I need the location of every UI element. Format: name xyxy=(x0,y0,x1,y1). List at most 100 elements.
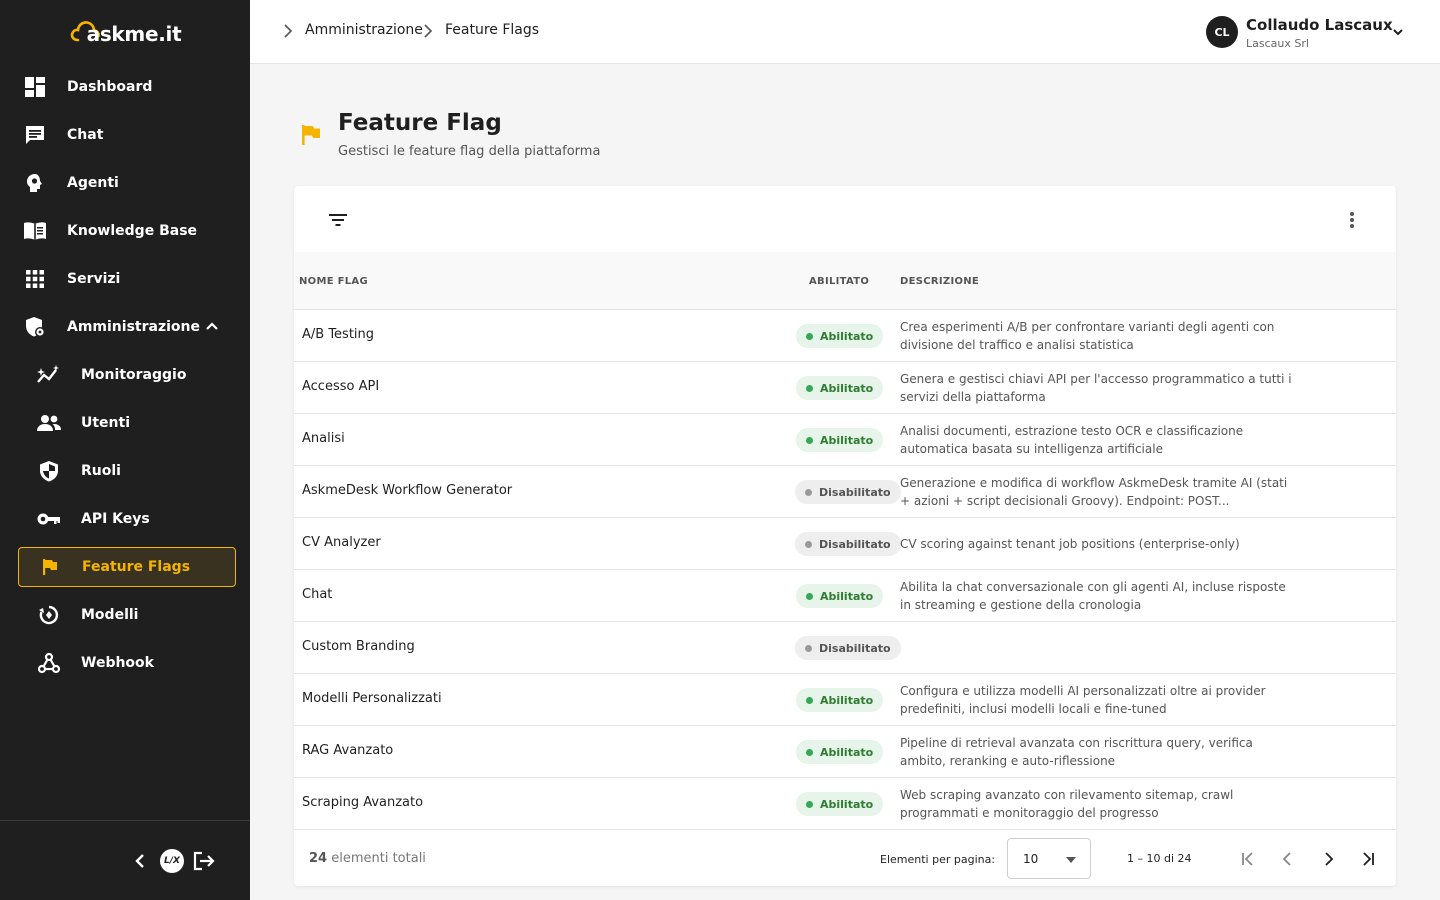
status-badge-label: Abilitato xyxy=(820,433,874,447)
column-header-name[interactable]: NOME FLAG xyxy=(299,276,368,287)
sidebar-item-chat[interactable]: Chat xyxy=(18,115,236,155)
sidebar-item-label: Amministrazione xyxy=(67,319,200,335)
table-row[interactable]: Accesso API Abilitato Genera e gestisci ch… xyxy=(294,362,1396,414)
logo[interactable]: askme.it xyxy=(0,0,250,64)
table-row[interactable]: AskmeDesk Workflow Generator Disabilitato… xyxy=(294,466,1396,518)
more-vert-icon xyxy=(1350,212,1354,228)
sidebar-item-utenti[interactable]: Utenti xyxy=(18,403,236,443)
avatar-initials: CL xyxy=(1214,25,1230,39)
chevron-right-icon xyxy=(424,24,433,38)
status-badge-label: Abilitato xyxy=(820,329,874,343)
users-icon xyxy=(37,411,61,435)
flag-name: Modelli Personalizzati xyxy=(302,691,442,706)
webhook-icon xyxy=(37,651,61,675)
sidebar-item-feature-flags[interactable]: Feature Flags xyxy=(18,547,236,587)
dropdown-arrow-icon xyxy=(1066,857,1076,863)
status-badge[interactable]: Abilitato xyxy=(796,584,884,608)
sidebar-item-label: Chat xyxy=(67,127,104,143)
sidebar-item-webhook[interactable]: Webhook xyxy=(18,643,236,683)
sidebar-item-amministrazione[interactable]: Amministrazione xyxy=(18,307,236,347)
sidebar-item-servizi[interactable]: Servizi xyxy=(18,259,236,299)
status-dot-icon xyxy=(805,644,812,652)
first-page-button[interactable] xyxy=(1236,847,1260,871)
table-row[interactable]: Scraping Avanzato Abilitato Web scraping a… xyxy=(294,778,1396,830)
page-size-select[interactable]: 10 xyxy=(1007,838,1091,879)
chevron-down-icon[interactable] xyxy=(1391,25,1405,39)
sidebar-item-agenti[interactable]: Agenti xyxy=(18,163,236,203)
total-count-value: 24 xyxy=(309,851,328,866)
table-row[interactable]: Analisi Abilitato Analisi documenti, estra… xyxy=(294,414,1396,466)
book-icon xyxy=(23,219,47,243)
status-badge-label: Disabilitato xyxy=(819,485,891,499)
status-badge[interactable]: Disabilitato xyxy=(795,636,901,660)
sidebar-item-label: Utenti xyxy=(81,415,131,431)
brand-badge[interactable]: L/X xyxy=(160,849,184,873)
breadcrumb-current: Feature Flags xyxy=(445,22,540,38)
status-dot-icon xyxy=(805,540,812,548)
status-badge[interactable]: Disabilitato xyxy=(795,532,901,556)
sidebar-item-label: Dashboard xyxy=(67,79,153,95)
sidebar: askme.it Dashboard Chat Agenti Knowledge… xyxy=(0,0,250,900)
flag-description: CV scoring against tenant job positions … xyxy=(900,537,1240,551)
table-row[interactable]: RAG Avanzato Abilitato Pipeline di retriev… xyxy=(294,726,1396,778)
table-row[interactable]: A/B Testing Abilitato Crea esperimenti A/B… xyxy=(294,310,1396,362)
sidebar-item-modelli[interactable]: Modelli xyxy=(18,595,236,635)
flag-description: Pipeline di retrieval avanzata con riscr… xyxy=(900,736,1253,768)
breadcrumb-amministrazione[interactable]: Amministrazione xyxy=(305,22,423,38)
chevron-right-icon xyxy=(284,24,293,38)
status-badge[interactable]: Abilitato xyxy=(796,324,884,348)
sidebar-item-label: Servizi xyxy=(67,271,121,287)
sidebar-item-monitoraggio[interactable]: Monitoraggio xyxy=(18,355,236,395)
agent-icon xyxy=(23,171,47,195)
total-count: 24 elementi totali xyxy=(309,851,426,866)
column-header-enabled[interactable]: ABILITATO xyxy=(809,276,869,287)
sidebar-item-knowledge-base[interactable]: Knowledge Base xyxy=(18,211,236,251)
page-size-value: 10 xyxy=(1023,852,1039,866)
table-row[interactable]: Custom Branding Disabilitato xyxy=(294,622,1396,674)
collapse-sidebar-button[interactable] xyxy=(128,849,152,873)
logout-button[interactable] xyxy=(192,849,216,873)
flag-description: Abilita la chat conversazionale con gli … xyxy=(900,580,1286,612)
filter-button[interactable] xyxy=(328,210,348,230)
flag-name: Scraping Avanzato xyxy=(302,795,424,810)
total-count-suffix: elementi totali xyxy=(331,851,426,866)
previous-page-button[interactable] xyxy=(1276,847,1300,871)
flag-icon xyxy=(302,125,320,145)
status-badge[interactable]: Abilitato xyxy=(796,688,884,712)
dashboard-icon xyxy=(23,75,47,99)
sidebar-item-ruoli[interactable]: Ruoli xyxy=(18,451,236,491)
status-badge[interactable]: Abilitato xyxy=(796,428,884,452)
sidebar-item-dashboard[interactable]: Dashboard xyxy=(18,67,236,107)
last-page-button[interactable] xyxy=(1356,847,1380,871)
table-row[interactable]: CV Analyzer Disabilitato CV scoring agains… xyxy=(294,518,1396,570)
chat-icon xyxy=(23,123,47,147)
brand-badge-text: L/X xyxy=(164,856,180,866)
next-page-button[interactable] xyxy=(1316,847,1340,871)
topbar: Amministrazione Feature Flags CL Collaud… xyxy=(250,0,1440,64)
chevron-up-icon[interactable] xyxy=(204,318,220,334)
shield-icon xyxy=(37,459,61,483)
status-dot-icon xyxy=(806,800,813,808)
status-badge[interactable]: Abilitato xyxy=(796,376,884,400)
flag-name: Accesso API xyxy=(302,379,380,394)
status-badge-label: Abilitato xyxy=(820,381,874,395)
column-header-description[interactable]: DESCRIZIONE xyxy=(900,276,979,287)
status-badge[interactable]: Abilitato xyxy=(796,740,884,764)
flag-name: Chat xyxy=(302,587,333,602)
flag-description: Configura e utilizza modelli AI personal… xyxy=(900,684,1266,716)
table-row[interactable]: Modelli Personalizzati Abilitato Configura… xyxy=(294,674,1396,726)
status-badge[interactable]: Abilitato xyxy=(796,792,884,816)
last-page-icon xyxy=(1363,852,1374,866)
page-range: 1 – 10 di 24 xyxy=(1127,852,1192,865)
flag-name: A/B Testing xyxy=(302,327,375,342)
more-options-button[interactable] xyxy=(1342,208,1362,232)
user-name[interactable]: Collaudo Lascaux xyxy=(1246,16,1393,34)
table-row[interactable]: Chat Abilitato Abilita la chat conversazio… xyxy=(294,570,1396,622)
sidebar-item-api-keys[interactable]: API Keys xyxy=(18,499,236,539)
page-title: Feature Flag xyxy=(338,110,502,136)
status-badge[interactable]: Disabilitato xyxy=(795,480,901,504)
status-dot-icon xyxy=(805,488,812,496)
status-badge-label: Abilitato xyxy=(820,745,874,759)
sidebar-footer: L/X xyxy=(0,820,250,900)
avatar[interactable]: CL xyxy=(1206,16,1238,48)
